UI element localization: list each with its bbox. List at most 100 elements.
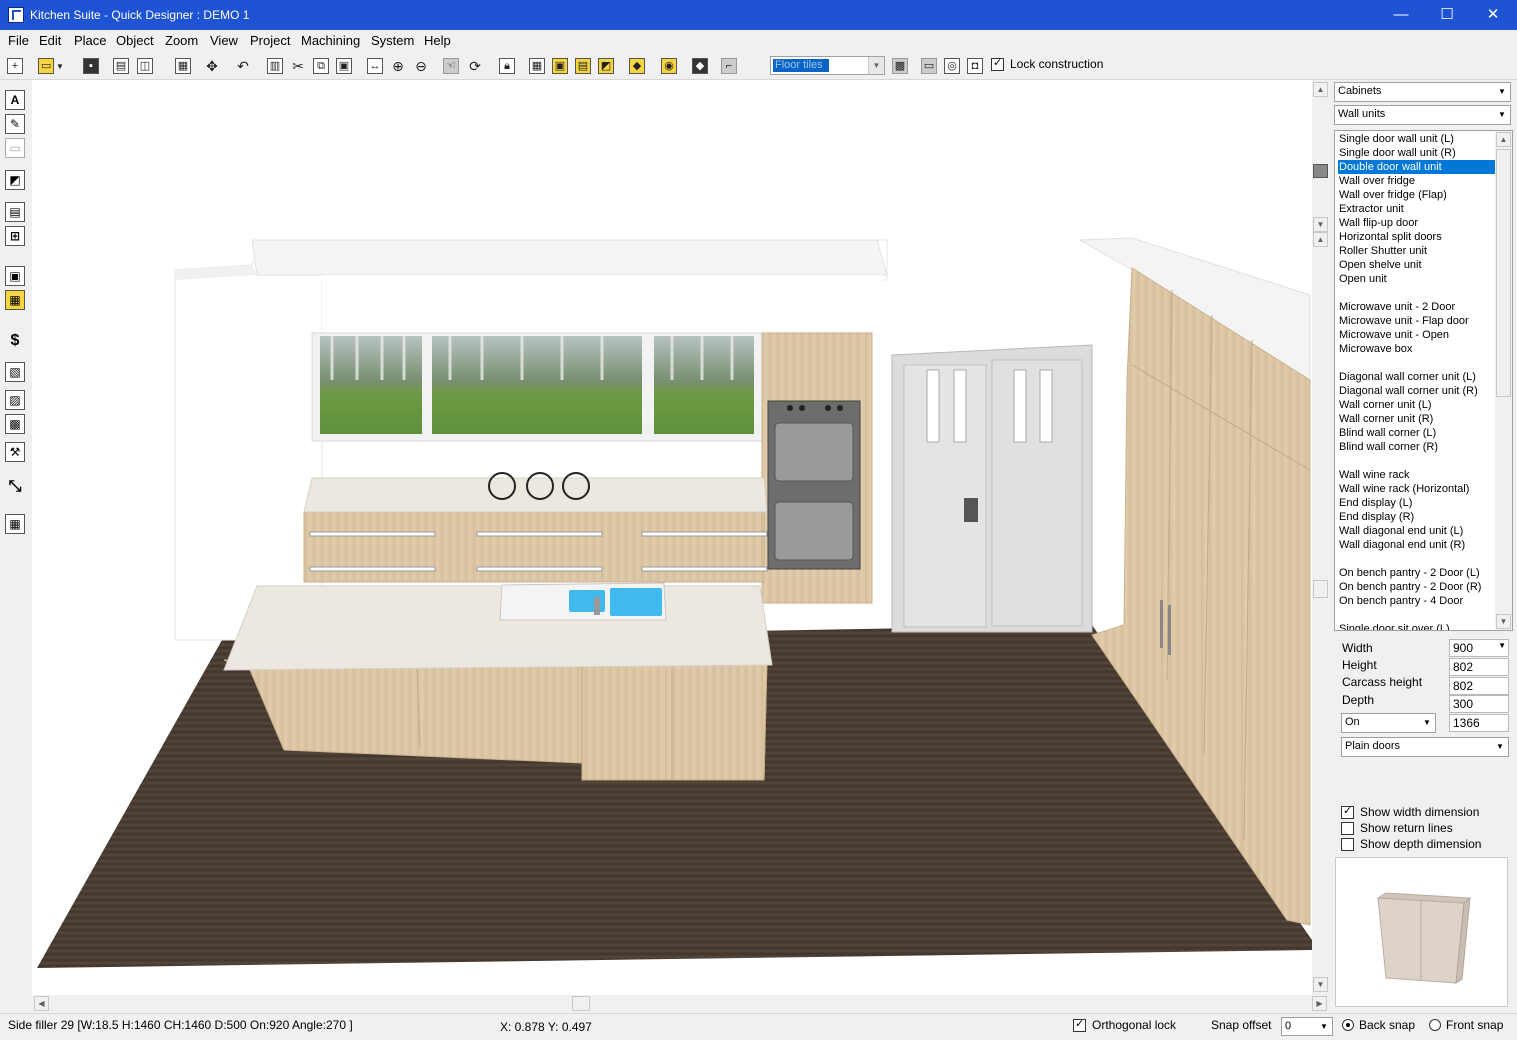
open-file-icon[interactable]: ▭ ▼ — [34, 55, 68, 77]
cabinet-list[interactable]: Single door wall unit (L) Single door wal… — [1334, 130, 1513, 631]
door-tool-icon[interactable]: ▦ — [5, 290, 25, 310]
list-item[interactable]: Roller Shutter unit — [1338, 244, 1427, 258]
list-item[interactable]: On bench pantry - 4 Door — [1338, 594, 1463, 608]
depth-field[interactable]: 300 — [1449, 695, 1509, 713]
subcategory-dropdown[interactable]: Wall units ▼ — [1334, 105, 1511, 125]
pan-icon[interactable]: ☜ — [440, 55, 462, 77]
print-icon[interactable]: ▤ — [110, 55, 132, 77]
cut-icon[interactable]: ✂ — [287, 55, 309, 77]
menu-project[interactable]: Project — [250, 33, 290, 48]
list-item[interactable]: Blind wall corner (L) — [1338, 426, 1436, 440]
machining-icon[interactable]: ⚒ — [5, 442, 25, 462]
stairs-icon[interactable]: ⌐ — [718, 55, 740, 77]
save-icon[interactable]: ▪ — [80, 55, 102, 77]
chevron-down-icon[interactable]: ▼ — [1317, 1019, 1331, 1035]
lock-construction-toggle[interactable]: Lock construction — [991, 56, 1103, 71]
show-return-lines-toggle[interactable]: Show return lines — [1341, 821, 1453, 835]
scroll-thumb[interactable] — [1313, 580, 1328, 598]
paint-icon[interactable]: ◆ — [689, 55, 711, 77]
view-plan-icon[interactable]: ▦ — [526, 55, 548, 77]
paste-icon[interactable]: ▣ — [333, 55, 355, 77]
copy-icon[interactable]: ⧉ — [310, 55, 332, 77]
list-item[interactable]: Wall wine rack (Horizontal) — [1338, 482, 1469, 496]
panel-tool-icon[interactable]: ⊞ — [5, 226, 25, 246]
list-item[interactable]: Blind wall corner (R) — [1338, 440, 1438, 454]
properties-icon[interactable]: ▦ — [172, 55, 194, 77]
list-item[interactable]: Microwave unit - Open — [1338, 328, 1449, 342]
window-tool-icon[interactable]: ▣ — [5, 266, 25, 286]
lock-icon[interactable]: 🔒︎ — [496, 55, 518, 77]
list-item[interactable]: Extractor unit — [1338, 202, 1404, 216]
text-tool-icon[interactable]: A — [5, 90, 25, 110]
show-width-dimension-checkbox[interactable] — [1341, 804, 1354, 819]
scroll-up-icon[interactable]: ▲ — [1496, 132, 1511, 147]
list-item[interactable]: Single door wall unit (R) — [1338, 146, 1456, 160]
show-depth-dimension-toggle[interactable]: Show depth dimension — [1341, 837, 1481, 851]
on-height-field[interactable]: 1366 — [1449, 714, 1509, 732]
orthogonal-lock-checkbox[interactable] — [1073, 1017, 1086, 1032]
scroll-up-icon[interactable]: ▲ — [1313, 82, 1328, 97]
list-item[interactable]: On bench pantry - 2 Door (R) — [1338, 580, 1481, 594]
pricing-icon[interactable]: $ — [5, 332, 25, 352]
front-snap-radio[interactable] — [1429, 1019, 1441, 1031]
scroll-right-icon[interactable]: ▶ — [1312, 996, 1327, 1011]
menu-edit[interactable]: Edit — [39, 33, 61, 48]
chevron-down-icon[interactable]: ▼ — [1420, 715, 1434, 731]
render-icon[interactable]: ◎ — [941, 55, 963, 77]
menu-file[interactable]: File — [8, 33, 29, 48]
texture-icon[interactable]: ▩ — [889, 55, 911, 77]
menu-system[interactable]: System — [371, 33, 414, 48]
list-item[interactable]: End display (R) — [1338, 510, 1414, 524]
3d-viewport[interactable] — [32, 80, 1312, 995]
move-icon[interactable]: ✥ — [201, 55, 223, 77]
minimize-button[interactable]: — — [1378, 0, 1424, 30]
menu-object[interactable]: Object — [116, 33, 154, 48]
list-item[interactable]: Wall diagonal end unit (L) — [1338, 524, 1463, 538]
scroll-left-icon[interactable]: ◀ — [34, 996, 49, 1011]
zoom-out-icon[interactable]: ⊖ — [410, 55, 432, 77]
undo-icon[interactable]: ↶ — [232, 55, 254, 77]
list-item[interactable]: Wall diagonal end unit (R) — [1338, 538, 1465, 552]
materials-icon[interactable]: ◆ — [626, 55, 648, 77]
menu-zoom[interactable]: Zoom — [165, 33, 198, 48]
category-dropdown[interactable]: Cabinets ▼ — [1334, 82, 1511, 102]
chevron-down-icon[interactable]: ▼ — [1495, 107, 1509, 123]
maximize-button[interactable]: ☐ — [1424, 0, 1470, 30]
list-item[interactable]: Double door wall unit — [1338, 160, 1496, 174]
camera-icon[interactable]: ◘ — [964, 55, 986, 77]
list-item[interactable]: Single door sit over (L) — [1338, 622, 1450, 630]
carcass-height-field[interactable]: 802 — [1449, 677, 1509, 695]
view-wall-icon[interactable]: ▤ — [572, 55, 594, 77]
chevron-down-icon[interactable]: ▼ — [868, 57, 884, 74]
rotate-icon[interactable]: ⟳ — [464, 55, 486, 77]
height-field[interactable]: 802 — [1449, 658, 1509, 676]
grid-icon[interactable]: ▦ — [5, 514, 25, 534]
scroll-thumb[interactable] — [1313, 164, 1328, 178]
list-item[interactable]: Microwave unit - Flap door — [1338, 314, 1469, 328]
chevron-down-icon[interactable]: ▼ — [1498, 641, 1506, 650]
list-item[interactable]: Diagonal wall corner unit (L) — [1338, 370, 1476, 384]
room-tool-icon[interactable]: ◩ — [5, 170, 25, 190]
chevron-down-icon[interactable]: ▼ — [1495, 84, 1509, 100]
list-item[interactable]: Wall over fridge — [1338, 174, 1415, 188]
delete-icon[interactable]: ▥ — [264, 55, 286, 77]
on-dropdown[interactable]: On ▼ — [1341, 713, 1436, 733]
floor-material-combo[interactable]: Floor tiles ▼ — [770, 56, 885, 75]
nesting-icon[interactable]: ▩ — [5, 414, 25, 434]
scroll-down-icon[interactable]: ▼ — [1313, 217, 1328, 232]
list-item[interactable]: End display (L) — [1338, 496, 1412, 510]
front-snap-option[interactable]: Front snap — [1429, 1018, 1503, 1032]
menu-place[interactable]: Place — [74, 33, 107, 48]
list-item[interactable]: On bench pantry - 2 Door (L) — [1338, 566, 1480, 580]
door-style-dropdown[interactable]: Plain doors ▼ — [1341, 737, 1509, 757]
list-item[interactable]: Open unit — [1338, 272, 1387, 286]
show-return-lines-checkbox[interactable] — [1341, 821, 1354, 835]
viewport-horizontal-scrollbar[interactable]: ◀ ▶ — [32, 995, 1329, 1012]
viewport-vertical-scrollbar[interactable]: ▲ ▼ ▲ ▼ — [1312, 80, 1329, 996]
orthogonal-lock-toggle[interactable]: Orthogonal lock — [1073, 1017, 1176, 1032]
wall-tool-icon[interactable]: ▭ — [5, 138, 25, 158]
close-button[interactable]: ✕ — [1470, 0, 1516, 30]
new-file-icon[interactable]: + — [4, 55, 26, 77]
list-item[interactable]: Wall corner unit (R) — [1338, 412, 1433, 426]
menu-help[interactable]: Help — [424, 33, 451, 48]
